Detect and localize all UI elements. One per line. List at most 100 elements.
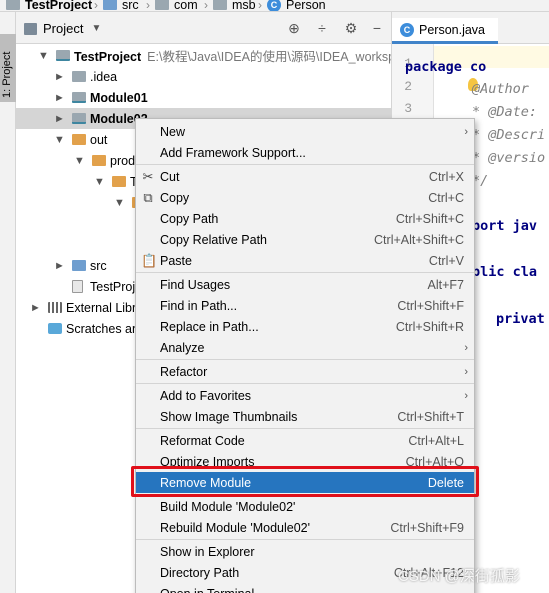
tool-window-stripe: 1: Project bbox=[0, 12, 16, 593]
package-folder-icon bbox=[213, 0, 227, 10]
expanded-arrow-icon[interactable]: ▼ bbox=[94, 176, 105, 188]
blue-node-icon bbox=[72, 260, 86, 271]
tree-node-name: out bbox=[90, 132, 108, 147]
tree-node-label: .idea bbox=[90, 70, 117, 84]
project-path: E:\教程\Java\IDEA的使用\源码\IDEA_workspace bbox=[147, 50, 392, 64]
menu-item-label: Open in Terminal bbox=[160, 587, 254, 593]
menu-item-label: Reformat Code bbox=[160, 433, 245, 448]
menu-item-add-framework-support[interactable]: Add Framework Support... bbox=[136, 142, 474, 163]
tree-node-label: src bbox=[90, 259, 107, 273]
collapsed-arrow-icon[interactable]: ► bbox=[54, 92, 65, 104]
project-icon bbox=[24, 22, 37, 35]
menu-item-shortcut: Ctrl+Shift+T bbox=[397, 409, 464, 424]
locate-file-icon[interactable]: ⊕ bbox=[285, 19, 303, 37]
menu-item-shortcut: Ctrl+C bbox=[428, 190, 464, 205]
navigation-breadcrumb: TestProject › src › com › msb › C Person bbox=[0, 0, 549, 12]
package-folder-icon bbox=[155, 0, 169, 10]
menu-item-add-to-favorites[interactable]: Add to Favorites › bbox=[136, 385, 474, 406]
gear-icon[interactable]: ⚙ bbox=[342, 19, 360, 37]
code-line: package co bbox=[405, 59, 487, 75]
project-view-selector[interactable]: Project ▼ bbox=[24, 21, 101, 36]
tree-node-label: External Libra bbox=[66, 301, 143, 315]
menu-item-new[interactable]: New › bbox=[136, 121, 474, 142]
menu-separator bbox=[136, 272, 474, 273]
menu-item-label: Cut bbox=[160, 169, 180, 184]
menu-item-build-module-module02[interactable]: Build Module 'Module02' bbox=[136, 496, 474, 517]
breadcrumb-item-project[interactable]: TestProject bbox=[6, 0, 92, 11]
menu-item-label: Replace in Path... bbox=[160, 319, 259, 334]
expanded-arrow-icon[interactable]: ▼ bbox=[114, 197, 125, 209]
menu-item-copy-relative-path[interactable]: Copy Relative Path Ctrl+Alt+Shift+C bbox=[136, 229, 474, 250]
line-number: 3 bbox=[404, 101, 412, 116]
menu-separator bbox=[136, 428, 474, 429]
menu-item-show-image-thumbnails[interactable]: Show Image Thumbnails Ctrl+Shift+T bbox=[136, 406, 474, 427]
tree-node[interactable]: ▼ TestProject E:\教程\Java\IDEA的使用\源码\IDEA_w… bbox=[16, 45, 392, 66]
menu-item-cut[interactable]: ✂ Cut Ctrl+X bbox=[136, 166, 474, 187]
menu-item-rebuild-module-module02[interactable]: Rebuild Module 'Module02' Ctrl+Shift+F9 bbox=[136, 517, 474, 538]
menu-item-label: Directory Path bbox=[160, 565, 240, 580]
scratch-node-icon bbox=[48, 323, 62, 334]
menu-item-find-in-path[interactable]: Find in Path... Ctrl+Shift+F bbox=[136, 295, 474, 316]
tree-node-label: Scratches and bbox=[66, 322, 146, 336]
collapsed-arrow-icon[interactable]: ► bbox=[54, 71, 65, 83]
watermark: CSDN @深街孤影 bbox=[398, 568, 520, 585]
menu-item-shortcut: Ctrl+Alt+Shift+C bbox=[374, 232, 464, 247]
menu-item-label: Refactor bbox=[160, 364, 208, 379]
menu-item-refactor[interactable]: Refactor › bbox=[136, 361, 474, 382]
breadcrumb-label: com bbox=[174, 0, 198, 12]
menu-item-label: Copy Path bbox=[160, 211, 219, 226]
clipboard-icon: 📋 bbox=[141, 252, 158, 268]
menu-item-label: Show in Explorer bbox=[160, 544, 255, 559]
tree-node-label: TestProject E:\教程\Java\IDEA的使用\源码\IDEA_wo… bbox=[74, 46, 392, 65]
module-node-icon bbox=[72, 92, 86, 103]
breadcrumb-separator: › bbox=[204, 0, 208, 12]
module-node-icon bbox=[72, 113, 86, 124]
breadcrumb-label: src bbox=[122, 0, 139, 12]
menu-item-label: New bbox=[160, 124, 186, 139]
tree-node-name: TestProject bbox=[74, 50, 142, 64]
menu-item-reformat-code[interactable]: Reformat Code Ctrl+Alt+L bbox=[136, 430, 474, 451]
collapsed-arrow-icon[interactable]: ► bbox=[30, 302, 41, 314]
menu-item-find-usages[interactable]: Find Usages Alt+F7 bbox=[136, 274, 474, 295]
menu-item-shortcut: Ctrl+V bbox=[428, 253, 464, 268]
submenu-arrow-icon: › bbox=[464, 365, 468, 378]
hide-panel-icon[interactable]: − bbox=[368, 19, 386, 37]
tree-node[interactable]: ► .idea bbox=[16, 66, 391, 87]
project-tool-window-tab[interactable]: 1: Project bbox=[0, 34, 16, 102]
code-line: privat bbox=[496, 311, 545, 327]
breadcrumb-item-person[interactable]: C Person bbox=[267, 0, 326, 11]
code-line: blic cla bbox=[472, 264, 538, 280]
collapsed-arrow-icon[interactable]: ► bbox=[54, 113, 65, 125]
tree-node[interactable]: ► Module01 bbox=[16, 87, 391, 108]
expanded-arrow-icon[interactable]: ▼ bbox=[74, 155, 85, 167]
menu-item-copy[interactable]: ⧉ Copy Ctrl+C bbox=[136, 187, 474, 208]
collapsed-arrow-icon[interactable]: ► bbox=[54, 260, 65, 272]
tab-label: Person.java bbox=[419, 22, 486, 37]
menu-item-replace-in-path[interactable]: Replace in Path... Ctrl+Shift+R bbox=[136, 316, 474, 337]
expanded-arrow-icon[interactable]: ▼ bbox=[38, 50, 49, 62]
menu-item-copy-path[interactable]: Copy Path Ctrl+Shift+C bbox=[136, 208, 474, 229]
menu-item-paste[interactable]: 📋 Paste Ctrl+V bbox=[136, 250, 474, 271]
menu-item-label: Analyze bbox=[160, 340, 205, 355]
context-menu: New › Add Framework Support... ✂ Cut Ctrl+X ⧉ C… bbox=[135, 118, 475, 593]
menu-item-shortcut: Ctrl+Shift+F9 bbox=[390, 520, 464, 535]
collapse-all-icon[interactable]: ÷ bbox=[313, 19, 331, 37]
editor-tab-person-java[interactable]: C Person.java bbox=[392, 18, 498, 44]
menu-item-label: Find in Path... bbox=[160, 298, 238, 313]
menu-item-analyze[interactable]: Analyze › bbox=[136, 337, 474, 358]
tree-node-label: Module01 bbox=[90, 91, 148, 105]
breadcrumb-separator: › bbox=[146, 0, 150, 12]
breadcrumb-item-src[interactable]: src bbox=[103, 0, 139, 12]
module-folder-icon bbox=[6, 0, 20, 10]
breadcrumb-item-com[interactable]: com bbox=[155, 0, 198, 12]
menu-item-label: Find Usages bbox=[160, 277, 231, 292]
menu-item-show-in-explorer[interactable]: Show in Explorer bbox=[136, 541, 474, 562]
menu-separator bbox=[136, 359, 474, 360]
menu-separator bbox=[136, 383, 474, 384]
menu-item-shortcut: Ctrl+Alt+L bbox=[408, 433, 464, 448]
orange-node-icon bbox=[72, 134, 86, 145]
breadcrumb-item-msb[interactable]: msb bbox=[213, 0, 256, 11]
expanded-arrow-icon[interactable]: ▼ bbox=[54, 134, 65, 146]
highlight-annotation-box bbox=[131, 466, 479, 497]
scissors-icon: ✂ bbox=[142, 168, 154, 184]
